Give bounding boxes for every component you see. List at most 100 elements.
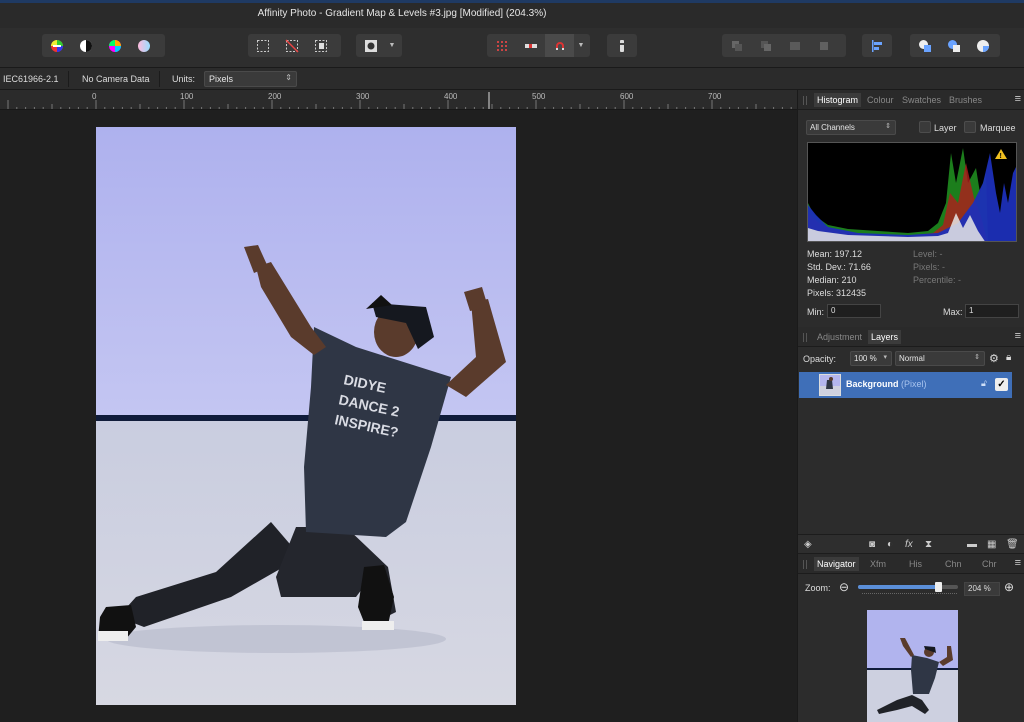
panel-menu-icon[interactable]: ≡ <box>1015 93 1021 105</box>
right-panel: Histogram Colour Swatches Brushes ≡ All … <box>797 90 1024 722</box>
max-field[interactable]: 1 <box>965 304 1019 318</box>
panel-menu-icon[interactable]: ≡ <box>1015 557 1021 569</box>
chevron-down-icon[interactable]: ▼ <box>574 34 588 57</box>
tab-chr[interactable]: Chr <box>982 559 997 569</box>
invert-selection-icon[interactable] <box>306 34 335 57</box>
tab-navigator[interactable]: Navigator <box>814 557 859 571</box>
zoom-out-icon[interactable]: ⊖ <box>839 580 849 594</box>
stepper-icon: ⇕ <box>885 123 891 130</box>
marquee-icon[interactable] <box>248 34 277 57</box>
intersect-icon[interactable] <box>968 34 997 57</box>
brush-assistant-icon[interactable] <box>607 34 636 57</box>
color-wheel-icon[interactable] <box>42 34 71 57</box>
arrange-group <box>722 34 846 57</box>
layer-checkbox[interactable] <box>919 121 931 133</box>
ruler-ticks <box>7 92 792 109</box>
tab-layers[interactable]: Layers <box>868 330 902 344</box>
quickmask-group: ▼ <box>356 34 402 57</box>
opacity-select[interactable]: 100 % ▾ <box>850 351 892 366</box>
blend-mode-select[interactable]: Normal ⇕ <box>895 351 985 366</box>
ruler-label: 400 <box>444 92 458 101</box>
ruler-label: 300 <box>356 92 370 101</box>
main-toolbar: ▼ ▼ <box>0 28 1024 68</box>
snapping-icon[interactable] <box>516 34 545 57</box>
navigator-thumbnail[interactable] <box>867 610 958 722</box>
tab-brushes[interactable]: Brushes <box>949 95 982 105</box>
layer-checkbox-label: Layer <box>934 123 957 133</box>
tab-swatches[interactable]: Swatches <box>902 95 941 105</box>
live-filter-icon[interactable]: ⧗ <box>925 539 932 550</box>
gear-icon[interactable]: ⚙ <box>989 352 999 365</box>
folder-icon[interactable]: ▬ <box>967 539 977 550</box>
zoom-field[interactable]: 204 % <box>964 582 1000 596</box>
panel-grip[interactable] <box>803 96 807 105</box>
min-field[interactable]: 0 <box>827 304 881 318</box>
arrange-front-icon[interactable] <box>809 34 838 57</box>
marquee-checkbox-label: Marquee <box>980 123 1016 133</box>
ruler-label: 200 <box>268 92 282 101</box>
layer-visibility-checkbox[interactable]: ✓ <box>995 378 1008 391</box>
navigator-panel-tabs: Navigator Xfm His Chn Chr ≡ <box>798 554 1024 574</box>
gradient-icon[interactable] <box>129 34 158 57</box>
selection-group <box>248 34 341 57</box>
tab-adjustment[interactable]: Adjustment <box>817 332 862 342</box>
fx-icon[interactable]: fx <box>905 539 913 550</box>
chevron-down-icon[interactable]: ▼ <box>385 34 399 57</box>
max-label: Max: <box>943 307 963 317</box>
panel-menu-icon[interactable]: ≡ <box>1015 330 1021 342</box>
divider <box>68 71 69 87</box>
arrange-backward-icon[interactable] <box>751 34 780 57</box>
align-icon[interactable] <box>862 34 891 57</box>
mask-layer-icon[interactable]: ◙ <box>869 539 875 550</box>
zoom-slider-handle[interactable] <box>935 582 942 592</box>
zoom-slider[interactable] <box>858 582 958 592</box>
clear-selection-icon[interactable] <box>277 34 306 57</box>
contrast-icon[interactable] <box>71 34 100 57</box>
mean-stat: Mean: 197.12 <box>807 249 863 259</box>
zoom-label: Zoom: <box>805 583 831 593</box>
subtract-icon[interactable] <box>939 34 968 57</box>
tab-histogram[interactable]: Histogram <box>814 93 862 107</box>
panel-grip[interactable] <box>803 560 807 569</box>
layer-row-background[interactable]: Background (Pixel) 🔓︎ ✓ <box>799 372 1012 398</box>
layer-name: Background <box>846 379 899 389</box>
assistant-group <box>607 34 637 57</box>
snapping-group: ▼ <box>487 34 590 57</box>
units-select[interactable]: Pixels ⇕ <box>204 71 297 87</box>
layers-stack-icon[interactable]: ◈ <box>804 539 812 550</box>
align-group <box>862 34 892 57</box>
quick-mask-icon[interactable] <box>356 34 385 57</box>
tab-his[interactable]: His <box>909 559 922 569</box>
marquee-checkbox[interactable] <box>964 121 976 133</box>
layers-footer: ◈ ◙ ◐ fx ⧗ ▬ ▦ 🗑︎ <box>798 534 1024 554</box>
arrange-back-icon[interactable] <box>722 34 751 57</box>
document-image[interactable]: DIDYE DANCE 2 INSPIRE? <box>96 127 516 705</box>
layer-kind: (Pixel) <box>901 379 927 389</box>
ruler-label: 500 <box>532 92 546 101</box>
panel-grip[interactable] <box>803 333 807 342</box>
tab-colour[interactable]: Colour <box>867 95 894 105</box>
channel-select[interactable]: All Channels ⇕ <box>806 120 896 135</box>
adjustment-icon[interactable]: ◐ <box>887 539 893 550</box>
menu-strip <box>0 0 1024 3</box>
opacity-label: Opacity: <box>803 354 837 364</box>
lock-icon[interactable]: 🔓︎ <box>981 378 987 389</box>
histogram-panel-tabs: Histogram Colour Swatches Brushes ≡ <box>798 90 1024 110</box>
stepper-icon: ⇕ <box>285 73 292 82</box>
ruler-label: 700 <box>708 92 722 101</box>
tab-xfm[interactable]: Xfm <box>870 559 886 569</box>
canvas-area[interactable]: DIDYE DANCE 2 INSPIRE? <box>0 110 797 722</box>
zoom-in-icon[interactable]: ⊕ <box>1004 580 1014 594</box>
add-icon[interactable] <box>910 34 939 57</box>
tab-chn[interactable]: Chn <box>945 559 962 569</box>
app-window: Affinity Photo - Gradient Map & Levels #… <box>0 0 1024 722</box>
persona-group <box>42 34 165 57</box>
snapping-grid-icon[interactable] <box>487 34 516 57</box>
trash-icon[interactable]: 🗑︎ <box>1006 539 1019 550</box>
magnet-icon[interactable] <box>545 34 574 57</box>
lock-icon[interactable]: 🔒︎ <box>1006 352 1011 363</box>
hue-icon[interactable] <box>100 34 129 57</box>
add-layer-icon[interactable]: ▦ <box>987 539 996 550</box>
chevron-down-icon: ▾ <box>883 354 887 361</box>
arrange-forward-icon[interactable] <box>780 34 809 57</box>
